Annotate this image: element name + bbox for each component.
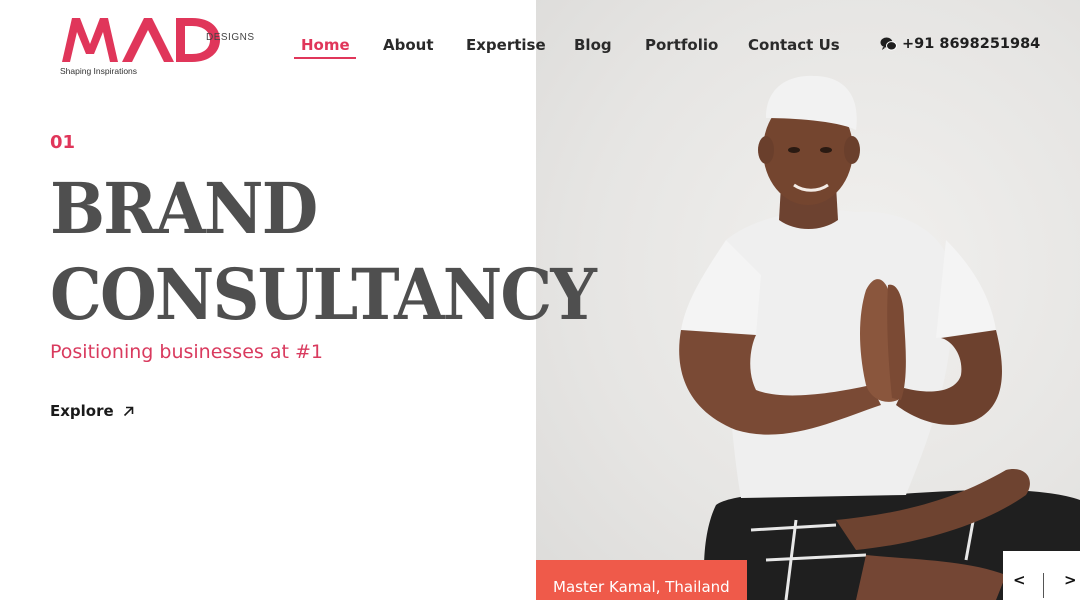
- nav-expertise[interactable]: Expertise: [466, 36, 546, 54]
- logo-designs-text: DESIGNS: [206, 32, 255, 43]
- nav-about[interactable]: About: [383, 36, 434, 54]
- slider-controls: < >: [1003, 551, 1080, 600]
- nav-home[interactable]: Home: [301, 36, 350, 54]
- explore-button[interactable]: Explore: [50, 402, 134, 420]
- slider-prev-button[interactable]: <: [1013, 571, 1026, 589]
- mad-logo-icon: [62, 18, 220, 62]
- nav-blog[interactable]: Blog: [574, 36, 612, 54]
- slide-caption: Master Kamal, Thailand: [536, 560, 747, 600]
- hero-subtitle: Positioning businesses at #1: [50, 341, 323, 363]
- brand-logo[interactable]: DESIGNS Shaping Inspirations: [60, 14, 260, 78]
- nav-portfolio[interactable]: Portfolio: [645, 36, 718, 54]
- nav-active-underline: [294, 57, 356, 59]
- phone-number: +91 8698251984: [902, 36, 1041, 52]
- slider-divider: [1043, 573, 1044, 598]
- nav-contact-us[interactable]: Contact Us: [748, 36, 840, 54]
- explore-label: Explore: [50, 402, 114, 420]
- hero-title: BRAND CONSULTANCY: [50, 166, 597, 338]
- hero-photo: [536, 0, 1080, 600]
- slider-next-button[interactable]: >: [1064, 571, 1077, 589]
- logo-tagline: Shaping Inspirations: [60, 66, 138, 76]
- arrow-up-right-icon: [123, 406, 133, 416]
- slide-number: 01: [50, 132, 76, 153]
- yoga-man-illustration: [566, 75, 1080, 600]
- wechat-icon: [880, 37, 897, 51]
- phone-link[interactable]: +91 8698251984: [880, 36, 1040, 52]
- hero-title-line-1: BRAND: [50, 167, 318, 250]
- hero-title-line-2: CONSULTANCY: [50, 253, 597, 336]
